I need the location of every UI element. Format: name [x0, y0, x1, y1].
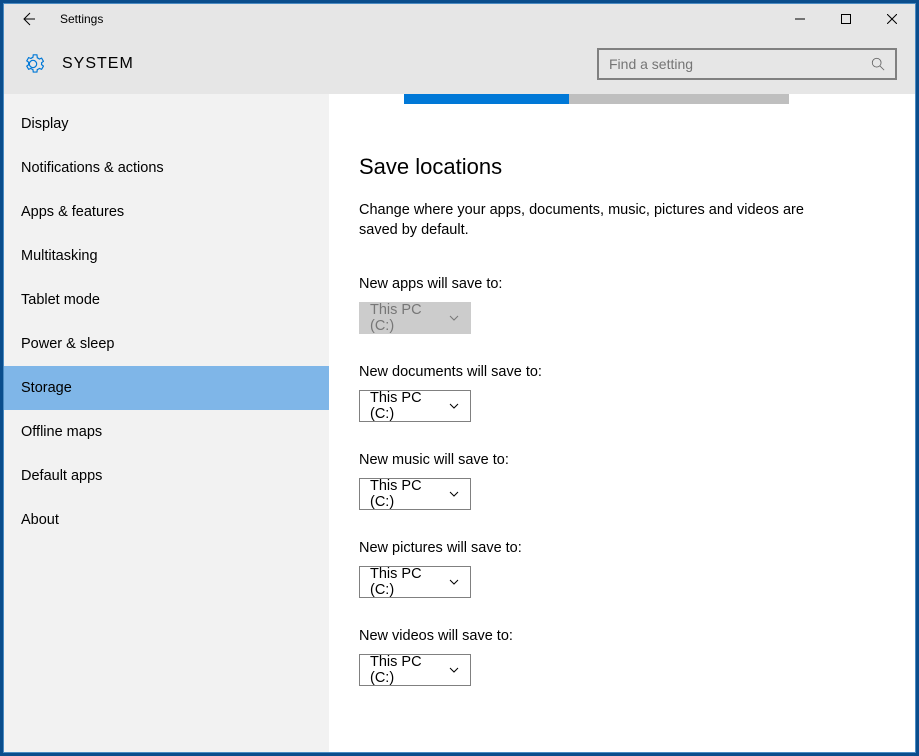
titlebar: Settings: [4, 4, 915, 34]
close-icon: [887, 14, 897, 24]
dropdown-value: This PC (C:): [370, 302, 448, 334]
chevron-down-icon: [448, 576, 460, 588]
setting-label-new-apps-will-save-to: New apps will save to:: [359, 276, 885, 292]
search-box[interactable]: [597, 48, 897, 80]
window-title: Settings: [60, 12, 103, 26]
settings-window: Settings SYSTEM DisplayNotifications & a…: [3, 3, 916, 753]
sidebar-item-apps-features[interactable]: Apps & features: [4, 190, 329, 234]
chevron-down-icon: [448, 664, 460, 676]
header: SYSTEM: [4, 34, 915, 94]
sidebar-item-multitasking[interactable]: Multitasking: [4, 234, 329, 278]
dropdown-new-pictures-will-save-to[interactable]: This PC (C:): [359, 566, 471, 598]
setting-label-new-documents-will-save-to: New documents will save to:: [359, 364, 885, 380]
page-title: SYSTEM: [62, 55, 134, 73]
sidebar-item-tablet-mode[interactable]: Tablet mode: [4, 278, 329, 322]
main-panel: Save locations Change where your apps, d…: [329, 94, 915, 752]
search-icon: [871, 57, 885, 71]
dropdown-value: This PC (C:): [370, 566, 448, 598]
dropdown-value: This PC (C:): [370, 390, 448, 422]
sidebar-item-about[interactable]: About: [4, 498, 329, 542]
sidebar-item-display[interactable]: Display: [4, 102, 329, 146]
maximize-button[interactable]: [823, 4, 869, 34]
gear-icon: [22, 53, 44, 75]
content: DisplayNotifications & actionsApps & fea…: [4, 94, 915, 752]
setting-label-new-pictures-will-save-to: New pictures will save to:: [359, 540, 885, 556]
dropdown-new-apps-will-save-to: This PC (C:): [359, 302, 471, 334]
chevron-down-icon: [448, 400, 460, 412]
dropdown-new-music-will-save-to[interactable]: This PC (C:): [359, 478, 471, 510]
storage-bar-fill: [404, 94, 569, 104]
maximize-icon: [841, 14, 851, 24]
sidebar-item-default-apps[interactable]: Default apps: [4, 454, 329, 498]
dropdown-value: This PC (C:): [370, 654, 448, 686]
section-description: Change where your apps, documents, music…: [359, 200, 809, 241]
window-controls: [777, 4, 915, 34]
sidebar-item-offline-maps[interactable]: Offline maps: [4, 410, 329, 454]
dropdown-new-videos-will-save-to[interactable]: This PC (C:): [359, 654, 471, 686]
chevron-down-icon: [448, 312, 460, 324]
back-button[interactable]: [14, 4, 42, 34]
setting-label-new-music-will-save-to: New music will save to:: [359, 452, 885, 468]
dropdown-value: This PC (C:): [370, 478, 448, 510]
section-title: Save locations: [359, 154, 885, 180]
sidebar-item-storage[interactable]: Storage: [4, 366, 329, 410]
minimize-icon: [795, 14, 805, 24]
close-button[interactable]: [869, 4, 915, 34]
setting-label-new-videos-will-save-to: New videos will save to:: [359, 628, 885, 644]
storage-bar: [404, 94, 789, 104]
settings-list: New apps will save to: This PC (C:) New do…: [359, 276, 885, 686]
sidebar-item-notifications-actions[interactable]: Notifications & actions: [4, 146, 329, 190]
sidebar-item-power-sleep[interactable]: Power & sleep: [4, 322, 329, 366]
minimize-button[interactable]: [777, 4, 823, 34]
search-input[interactable]: [609, 56, 871, 72]
back-arrow-icon: [20, 11, 36, 27]
sidebar: DisplayNotifications & actionsApps & fea…: [4, 94, 329, 752]
dropdown-new-documents-will-save-to[interactable]: This PC (C:): [359, 390, 471, 422]
chevron-down-icon: [448, 488, 460, 500]
